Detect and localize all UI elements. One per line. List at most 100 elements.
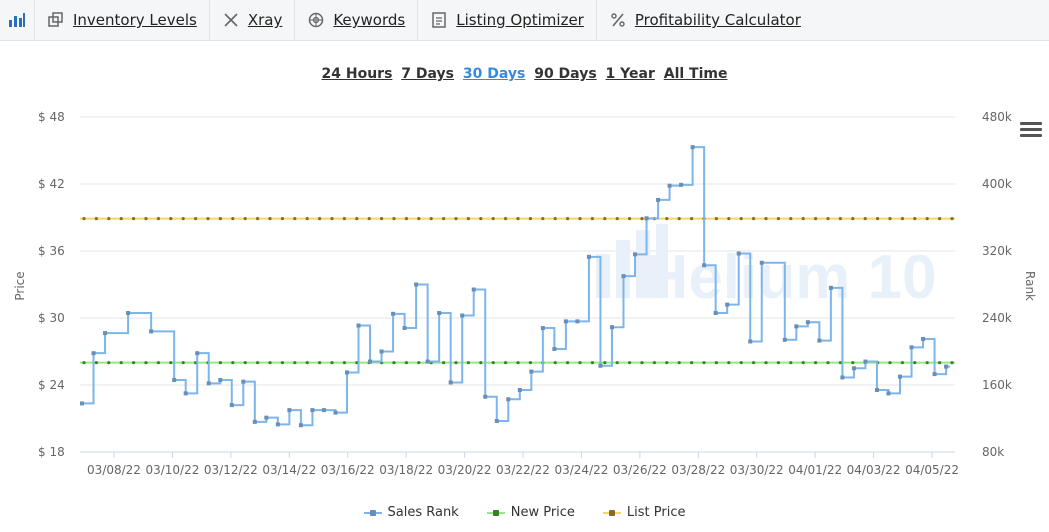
sales-rank-point <box>921 336 926 341</box>
x-axis: 03/08/22 03/10/22 03/12/22 03/14/22 03/16/22… <box>80 451 959 477</box>
new-price-point <box>491 361 495 365</box>
price-rank-chart: Helium 10 $ 18 $ 24 $ 30 $ 36 $ 42 $ 48 80k 16… <box>13 110 1037 477</box>
list-price-point <box>727 217 731 221</box>
sales-rank-point <box>713 310 718 315</box>
new-price-point <box>318 361 322 365</box>
list-price-point <box>342 217 346 221</box>
sales-rank-point <box>298 423 303 428</box>
new-price-point <box>925 361 929 365</box>
sales-rank-point <box>310 408 315 413</box>
list-price-point <box>380 217 384 221</box>
new-price-point <box>268 361 272 365</box>
list-price-point <box>553 217 557 221</box>
list-price-point <box>640 217 644 221</box>
new-price-point <box>82 361 86 365</box>
list-price-point <box>429 217 433 221</box>
list-price-point <box>442 217 446 221</box>
new-price-point <box>851 361 855 365</box>
right-axis-title: Rank <box>1023 271 1037 301</box>
list-price-point <box>181 217 185 221</box>
new-price-point <box>727 361 731 365</box>
sales-rank-point <box>425 359 430 364</box>
legend-list-price[interactable]: List Price <box>602 505 686 520</box>
x-tick-label: 03/10/22 <box>145 463 199 477</box>
sales-rank-point <box>321 408 326 413</box>
sales-rank-point <box>460 313 465 318</box>
new-price-point <box>826 361 830 365</box>
new-price-point <box>690 361 694 365</box>
sales-rank-point <box>183 391 188 396</box>
sales-rank-point <box>229 403 234 408</box>
sales-rank-point <box>448 380 453 385</box>
new-price-point <box>913 361 917 365</box>
right-tick-label: 400k <box>982 177 1012 191</box>
new-price-point <box>739 361 743 365</box>
list-price-point <box>454 217 458 221</box>
list-price-point <box>243 217 247 221</box>
new-price-point <box>702 361 706 365</box>
list-price-point <box>504 217 508 221</box>
list-price-point <box>801 217 805 221</box>
sales-rank-point <box>598 363 603 368</box>
new-price-point <box>231 361 235 365</box>
list-price-point <box>330 217 334 221</box>
right-tick-label: 480k <box>982 110 1012 124</box>
sales-rank-point <box>494 419 499 424</box>
sales-rank-point <box>391 311 396 316</box>
left-axis: $ 18 $ 24 $ 30 $ 36 $ 42 $ 48 <box>38 110 65 459</box>
x-tick-label: 04/03/22 <box>847 463 901 477</box>
x-tick-label: 03/12/22 <box>204 463 258 477</box>
list-price-point <box>665 217 669 221</box>
left-tick-label: $ 30 <box>38 311 65 325</box>
list-price-point <box>231 217 235 221</box>
new-price-point <box>528 361 533 365</box>
sales-rank-point <box>851 366 856 371</box>
sales-rank-point <box>241 379 246 384</box>
sales-rank-point <box>414 282 419 287</box>
list-price-point <box>392 217 396 221</box>
sales-rank-point <box>506 397 511 402</box>
list-price-point <box>479 217 483 221</box>
new-price-point <box>553 361 557 365</box>
list-price-point <box>541 217 545 221</box>
sales-rank-point <box>402 326 407 331</box>
legend-sales-rank[interactable]: Sales Rank <box>363 505 459 520</box>
list-price-point <box>318 217 322 221</box>
new-price-point <box>801 361 805 365</box>
list-price-point <box>900 217 905 221</box>
x-tick-label: 03/24/22 <box>554 463 608 477</box>
list-price-point <box>169 217 173 221</box>
sales-rank-point <box>782 337 787 342</box>
sales-rank-point <box>103 331 108 336</box>
x-tick-label: 03/20/22 <box>438 463 492 477</box>
sales-rank-point <box>206 381 211 386</box>
watermark-text: Helium 10 <box>644 243 937 312</box>
sales-rank-point <box>633 252 638 257</box>
sales-rank-point <box>667 183 672 188</box>
new-price-point <box>665 361 669 365</box>
sales-rank-point <box>886 391 891 396</box>
sales-rank-point <box>80 401 84 406</box>
new-price-point <box>900 361 905 365</box>
new-price-point <box>342 361 346 365</box>
sales-rank-point <box>725 302 730 307</box>
list-price-point <box>876 217 880 221</box>
new-price-point <box>677 361 681 365</box>
legend-new-price[interactable]: New Price <box>486 505 575 520</box>
new-price-point <box>578 361 582 365</box>
sales-rank-point <box>218 377 223 382</box>
x-tick-label: 04/01/22 <box>788 463 842 477</box>
new-price-point <box>590 361 595 365</box>
list-price-point <box>194 217 198 221</box>
list-price-point <box>814 217 818 221</box>
list-price-point <box>913 217 917 221</box>
new-price-point <box>566 361 570 365</box>
new-price-point <box>404 361 408 365</box>
sales-rank-point <box>333 410 338 415</box>
list-price-point <box>938 217 942 221</box>
new-price-point <box>764 361 768 365</box>
sales-rank-point <box>275 422 280 427</box>
list-price-point <box>132 217 136 221</box>
list-price-point <box>355 217 359 221</box>
chart-menu-icon[interactable] <box>1020 122 1042 140</box>
